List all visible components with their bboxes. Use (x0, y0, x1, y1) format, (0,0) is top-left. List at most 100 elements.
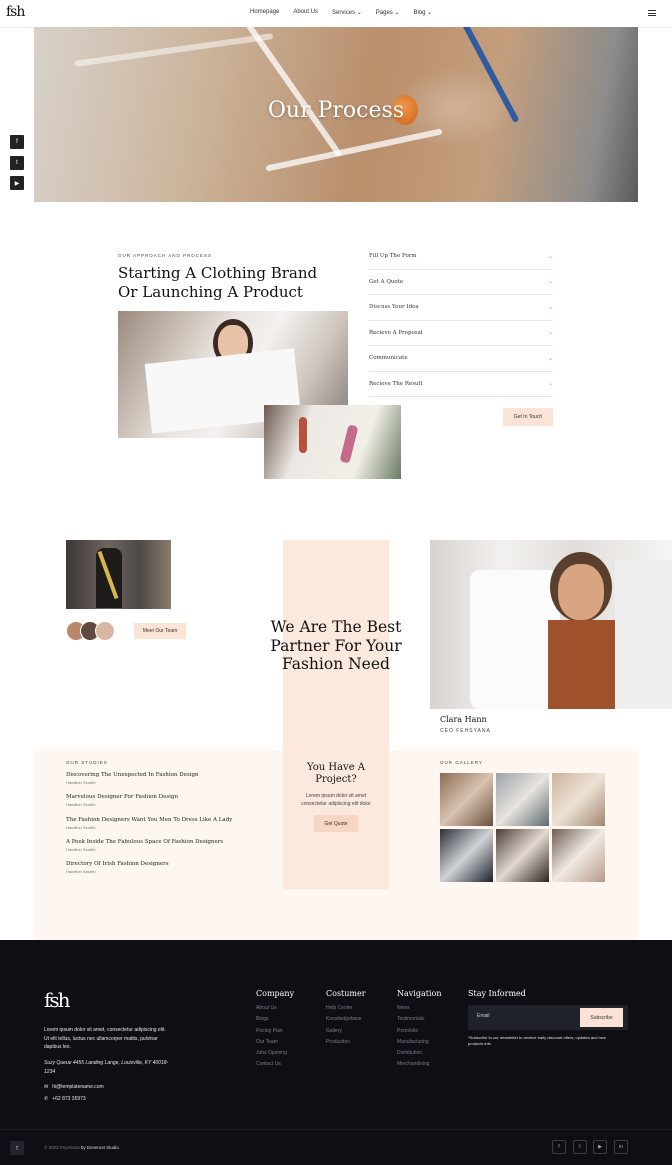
youtube-icon[interactable]: ▶ (10, 176, 24, 190)
gallery-image[interactable] (496, 773, 549, 826)
nav-about[interactable]: About Us (293, 9, 318, 16)
faq-label: Recieve A Proposal (369, 329, 423, 336)
subscribe-button[interactable]: Subscribe (580, 1008, 623, 1027)
studies-list: Discovering The Unexpected In Fashion De… (66, 772, 266, 883)
footer-link[interactable]: Distribution (397, 1048, 441, 1059)
main-nav: Homepage About Us Services ⌄ Pages ⌄ Blo… (250, 9, 432, 16)
footer-link[interactable]: Our Team (256, 1037, 294, 1048)
nav-homepage[interactable]: Homepage (250, 9, 279, 16)
faq-item[interactable]: Communicate ⌄ (369, 346, 553, 372)
footer-link[interactable]: Gallery (326, 1026, 366, 1037)
nav-label: About Us (293, 9, 319, 15)
footer-link[interactable]: Portofolio (397, 1026, 441, 1037)
footer-about: Lorem ipsum dolor sit amet, consectetur … (44, 1026, 194, 1052)
twitter-icon[interactable]: t (573, 1140, 587, 1154)
footer-link[interactable]: Merchandising (397, 1059, 441, 1070)
text-line: Lorem ipsum dolor sit amet (305, 793, 367, 799)
email-text: hi@templatename.com (52, 1084, 104, 1090)
footer-link[interactable]: About Us (256, 1003, 294, 1014)
youtube-icon[interactable]: ▶ (593, 1140, 607, 1154)
faq-label: Fill Up The Form (369, 253, 417, 260)
footer-address: Suzy Queue 4455 Landing Lange, Louisvill… (44, 1059, 194, 1076)
footer-link[interactable]: Knowledgebase (326, 1014, 366, 1025)
gallery-image[interactable] (440, 773, 493, 826)
facebook-icon[interactable]: f (552, 1140, 566, 1154)
meet-team-button[interactable]: Meet Our Team (134, 623, 186, 639)
chevron-down-icon: ⌄ (547, 329, 553, 337)
chevron-down-icon: ⌄ (394, 10, 400, 16)
gallery-image[interactable] (552, 829, 605, 882)
phone-icon: ✆ (44, 1096, 49, 1102)
text-line: consectetur adipiscing elit dolor (301, 801, 371, 807)
faq-item[interactable]: Recieve A Proposal ⌄ (369, 321, 553, 346)
title-line: Starting A Clothing Brand (118, 264, 318, 282)
copyright-link[interactable]: by Deverust Studio (81, 1145, 119, 1150)
gallery-image[interactable] (440, 829, 493, 882)
get-in-touch-button[interactable]: Get In Touch (503, 408, 553, 426)
title-line: Partner For Your (270, 636, 402, 655)
nav-blog[interactable]: Blog ⌄ (413, 9, 432, 16)
list-item[interactable]: The Fashion Designers Want You Men To Dr… (66, 817, 266, 839)
list-item[interactable]: Directory Of Irish Fashion Designers Ham… (66, 861, 266, 883)
page-title: Our Process (267, 98, 405, 123)
faq-label: Communicate (369, 355, 408, 362)
clara-photo (430, 540, 672, 709)
gallery-image[interactable] (496, 829, 549, 882)
copyright: © 2022 Feyshana by Deverust Studio (44, 1145, 119, 1150)
text-line: products info. (468, 1041, 493, 1046)
email-input[interactable]: Email (477, 1013, 490, 1019)
faq-item[interactable]: Fill Up The Form ⌄ (369, 244, 553, 270)
avatar (95, 621, 115, 641)
chevron-down-icon: ⌄ (356, 10, 362, 16)
text-line: dapibus leo. (44, 1044, 71, 1050)
nav-services[interactable]: Services ⌄ (332, 9, 362, 16)
person-role: CEO FEHSYANA (440, 728, 491, 734)
get-quote-button[interactable]: Get Quote (314, 815, 358, 832)
faq-item[interactable]: Discuss Your Idea ⌄ (369, 295, 553, 321)
title-line: We Are The Best (270, 618, 402, 636)
footer-email[interactable]: ✉ hi@templatename.com (44, 1084, 104, 1090)
footer-link[interactable]: Jobs Opening (256, 1048, 294, 1059)
nav-pages[interactable]: Pages ⌄ (376, 9, 400, 16)
footer-link[interactable]: Help Center (326, 1003, 366, 1014)
text-line: Suzy Queue 4455 Landing Lange, Louisvill… (44, 1060, 169, 1066)
study-author: Hamilton Serafin (66, 802, 96, 808)
footer-link[interactable]: Manufacturing (397, 1037, 441, 1048)
sketches-photo (264, 405, 401, 479)
footer-link[interactable]: Pricing Plan (256, 1026, 294, 1037)
logo[interactable]: fsh (6, 4, 30, 24)
copyright-text: © 2022 Feyshana (44, 1145, 80, 1150)
quote-text: Lorem ipsum dolor sit amet consectetur a… (283, 792, 389, 808)
title-line: Fashion Need (282, 655, 390, 673)
footer-link[interactable]: Production (326, 1037, 366, 1048)
list-item[interactable]: Marvelous Designer For Fashion Design Ha… (66, 794, 266, 816)
arrow-up-icon: ↑ (15, 1144, 19, 1152)
footer-logo[interactable]: fsh (44, 988, 71, 1012)
nav-label: Services (332, 10, 356, 16)
footer-link[interactable]: News (397, 1003, 441, 1014)
faq-item[interactable]: Recieve The Result ⌄ (369, 372, 553, 397)
list-item[interactable]: A Peek Inside The Fabulous Space Of Fash… (66, 839, 266, 861)
faq-label: Discuss Your Idea (369, 304, 419, 311)
text-line: Ut elit tellus, luctus nec ullamcorper m… (44, 1035, 158, 1042)
menu-icon[interactable] (648, 10, 656, 16)
footer-link[interactable]: Blogs (256, 1014, 294, 1025)
scroll-top-button[interactable]: ↑ (10, 1141, 24, 1155)
chevron-down-icon: ⌄ (547, 354, 553, 362)
gallery-image[interactable] (552, 773, 605, 826)
column-title: Costumer (326, 989, 366, 998)
footer-divider (0, 1129, 672, 1130)
footer-link[interactable]: Contact Us (256, 1059, 294, 1070)
footer-phone[interactable]: ✆ +62 873 35973 (44, 1096, 86, 1102)
faq-item[interactable]: Get A Quote ⌄ (369, 270, 553, 295)
study-title: A Peek Inside The Fabulous Space Of Fash… (66, 838, 224, 845)
facebook-icon[interactable]: f (10, 135, 24, 149)
footer-link[interactable]: Testimonials (397, 1014, 441, 1025)
linkedin-icon[interactable]: in (614, 1140, 628, 1154)
study-author: Hamilton Serafin (66, 780, 96, 785)
footer-col-navigation: Navigation News Testimonials Portofolio … (397, 989, 441, 1071)
twitter-icon[interactable]: t (10, 156, 24, 170)
list-item[interactable]: Discovering The Unexpected In Fashion De… (66, 772, 266, 794)
text-line: 1234 (44, 1068, 56, 1075)
column-title: Navigation (397, 989, 442, 998)
